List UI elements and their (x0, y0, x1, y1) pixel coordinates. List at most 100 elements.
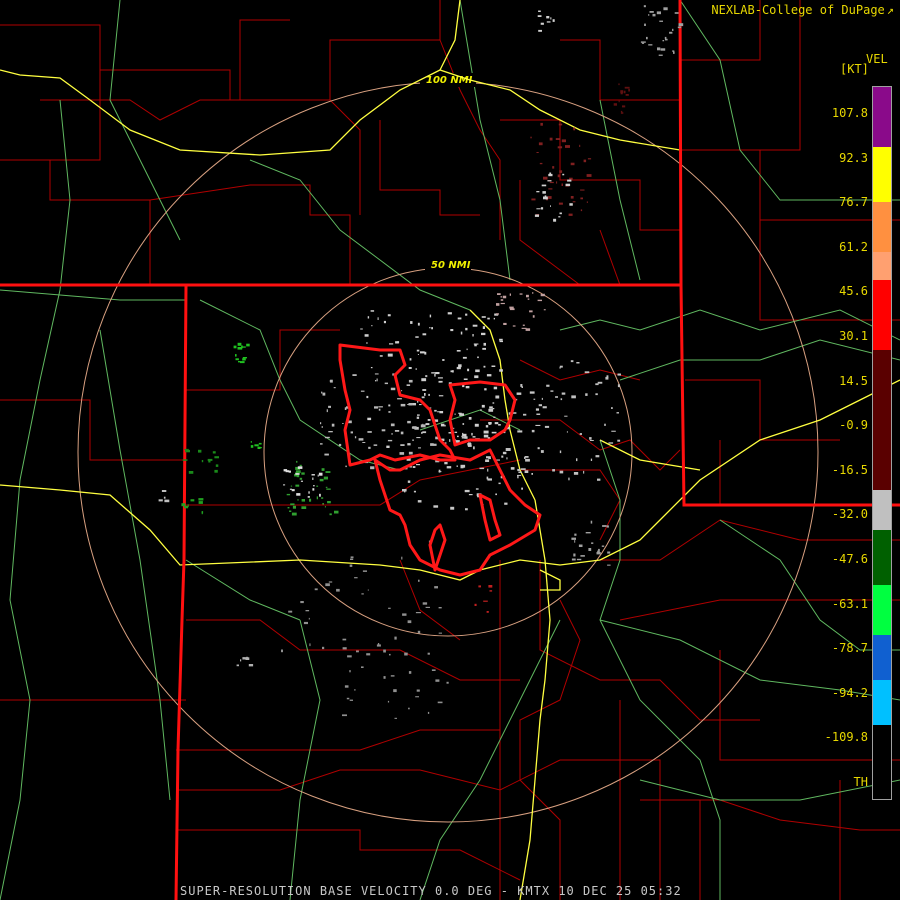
echo-pixel (488, 422, 492, 425)
echo-pixel (316, 485, 319, 487)
echo-pixel (309, 643, 311, 647)
echo-pixel (424, 393, 426, 396)
colorbar-segment (873, 202, 891, 252)
echo-pixel (368, 446, 371, 449)
echo-pixel (409, 358, 412, 361)
echo-pixel (408, 451, 413, 455)
echo-pixel (464, 489, 470, 493)
echo-pixel (374, 373, 379, 375)
echo-pixel (475, 488, 479, 490)
echo-pixel (478, 585, 481, 588)
external-link-icon[interactable]: ↗ (887, 3, 894, 17)
echo-pixel (438, 395, 444, 397)
echo-pixel (412, 439, 414, 441)
echo-pixel (567, 179, 572, 182)
echo-pixel (481, 316, 486, 318)
echo-pixel (483, 430, 489, 434)
echo-pixel (242, 358, 246, 361)
echo-pixel (535, 424, 541, 426)
colorbar-segment (873, 635, 891, 680)
radar-echoes (158, 5, 684, 719)
echo-pixel (394, 636, 397, 640)
echo-pixel (383, 649, 386, 653)
echo-pixel (570, 196, 574, 199)
echo-pixel (303, 621, 308, 625)
echo-pixel (529, 391, 535, 394)
echo-pixel (313, 485, 315, 487)
echo-pixel (488, 408, 494, 412)
echo-pixel (410, 321, 413, 324)
echo-pixel (391, 433, 393, 435)
colorbar-segment (873, 252, 891, 280)
legend-tick: 76.7 (839, 195, 868, 210)
echo-pixel (258, 442, 262, 445)
echo-pixel (500, 302, 505, 305)
echo-pixel (296, 460, 298, 463)
echo-pixel (322, 392, 326, 396)
echo-pixel (401, 390, 403, 392)
echo-pixel (474, 375, 479, 379)
echo-pixel (416, 689, 420, 692)
echo-pixel (509, 308, 515, 311)
echo-pixel (367, 589, 369, 591)
echo-pixel (245, 657, 250, 660)
echo-pixel (590, 520, 593, 524)
brand-label[interactable]: NEXLAB-College of DuPage ↗ (711, 3, 894, 17)
echo-pixel (390, 387, 396, 391)
echo-pixel (549, 137, 553, 141)
echo-pixel (657, 47, 661, 51)
echo-pixel (373, 444, 378, 446)
echo-pixel (185, 449, 190, 453)
echo-pixel (479, 467, 485, 470)
echo-pixel (531, 473, 533, 475)
echo-pixel (454, 431, 458, 433)
echo-pixel (482, 326, 485, 329)
echo-pixel (429, 314, 432, 318)
echo-pixel (579, 144, 581, 147)
echo-pixel (536, 191, 540, 193)
echo-pixel (560, 398, 563, 401)
echo-pixel (555, 138, 561, 140)
echo-pixel (543, 309, 546, 311)
echo-pixel (458, 364, 462, 368)
echo-pixel (394, 430, 400, 432)
echo-pixel (190, 499, 195, 502)
echo-pixel (320, 422, 322, 425)
echo-pixel (524, 456, 529, 458)
echo-pixel (259, 447, 262, 449)
radar-map: 50 NMI 100 NMI (0, 0, 900, 900)
echo-pixel (456, 350, 461, 352)
echo-pixel (580, 189, 585, 191)
echo-pixel (617, 384, 620, 388)
echo-pixel (236, 664, 239, 667)
echo-pixel (606, 525, 609, 528)
echo-pixel (510, 467, 515, 470)
echo-pixel (648, 44, 653, 46)
echo-pixel (598, 548, 600, 552)
echo-pixel (345, 465, 347, 468)
echo-pixel (495, 493, 497, 496)
echo-pixel (388, 607, 391, 609)
echo-pixel (334, 510, 339, 514)
echo-pixel (540, 22, 544, 25)
echo-pixel (620, 90, 624, 94)
echo-pixel (462, 356, 467, 359)
echo-pixel (386, 445, 390, 448)
colorbar-segment (873, 530, 891, 585)
echo-pixel (429, 327, 431, 329)
echo-pixel (416, 349, 420, 352)
echo-pixel (559, 170, 563, 173)
echo-pixel (493, 416, 496, 418)
warning-polygons (338, 343, 542, 577)
echo-pixel (566, 431, 568, 433)
echo-pixel (354, 689, 356, 691)
echo-pixel (587, 158, 592, 160)
echo-pixel (417, 414, 420, 416)
echo-pixel (617, 373, 621, 376)
velocity-colorbar (872, 86, 892, 800)
echo-pixel (201, 511, 204, 514)
echo-pixel (540, 450, 544, 453)
echo-pixel (367, 316, 370, 319)
legend-tick: TH (853, 775, 868, 789)
echo-pixel (573, 127, 576, 131)
